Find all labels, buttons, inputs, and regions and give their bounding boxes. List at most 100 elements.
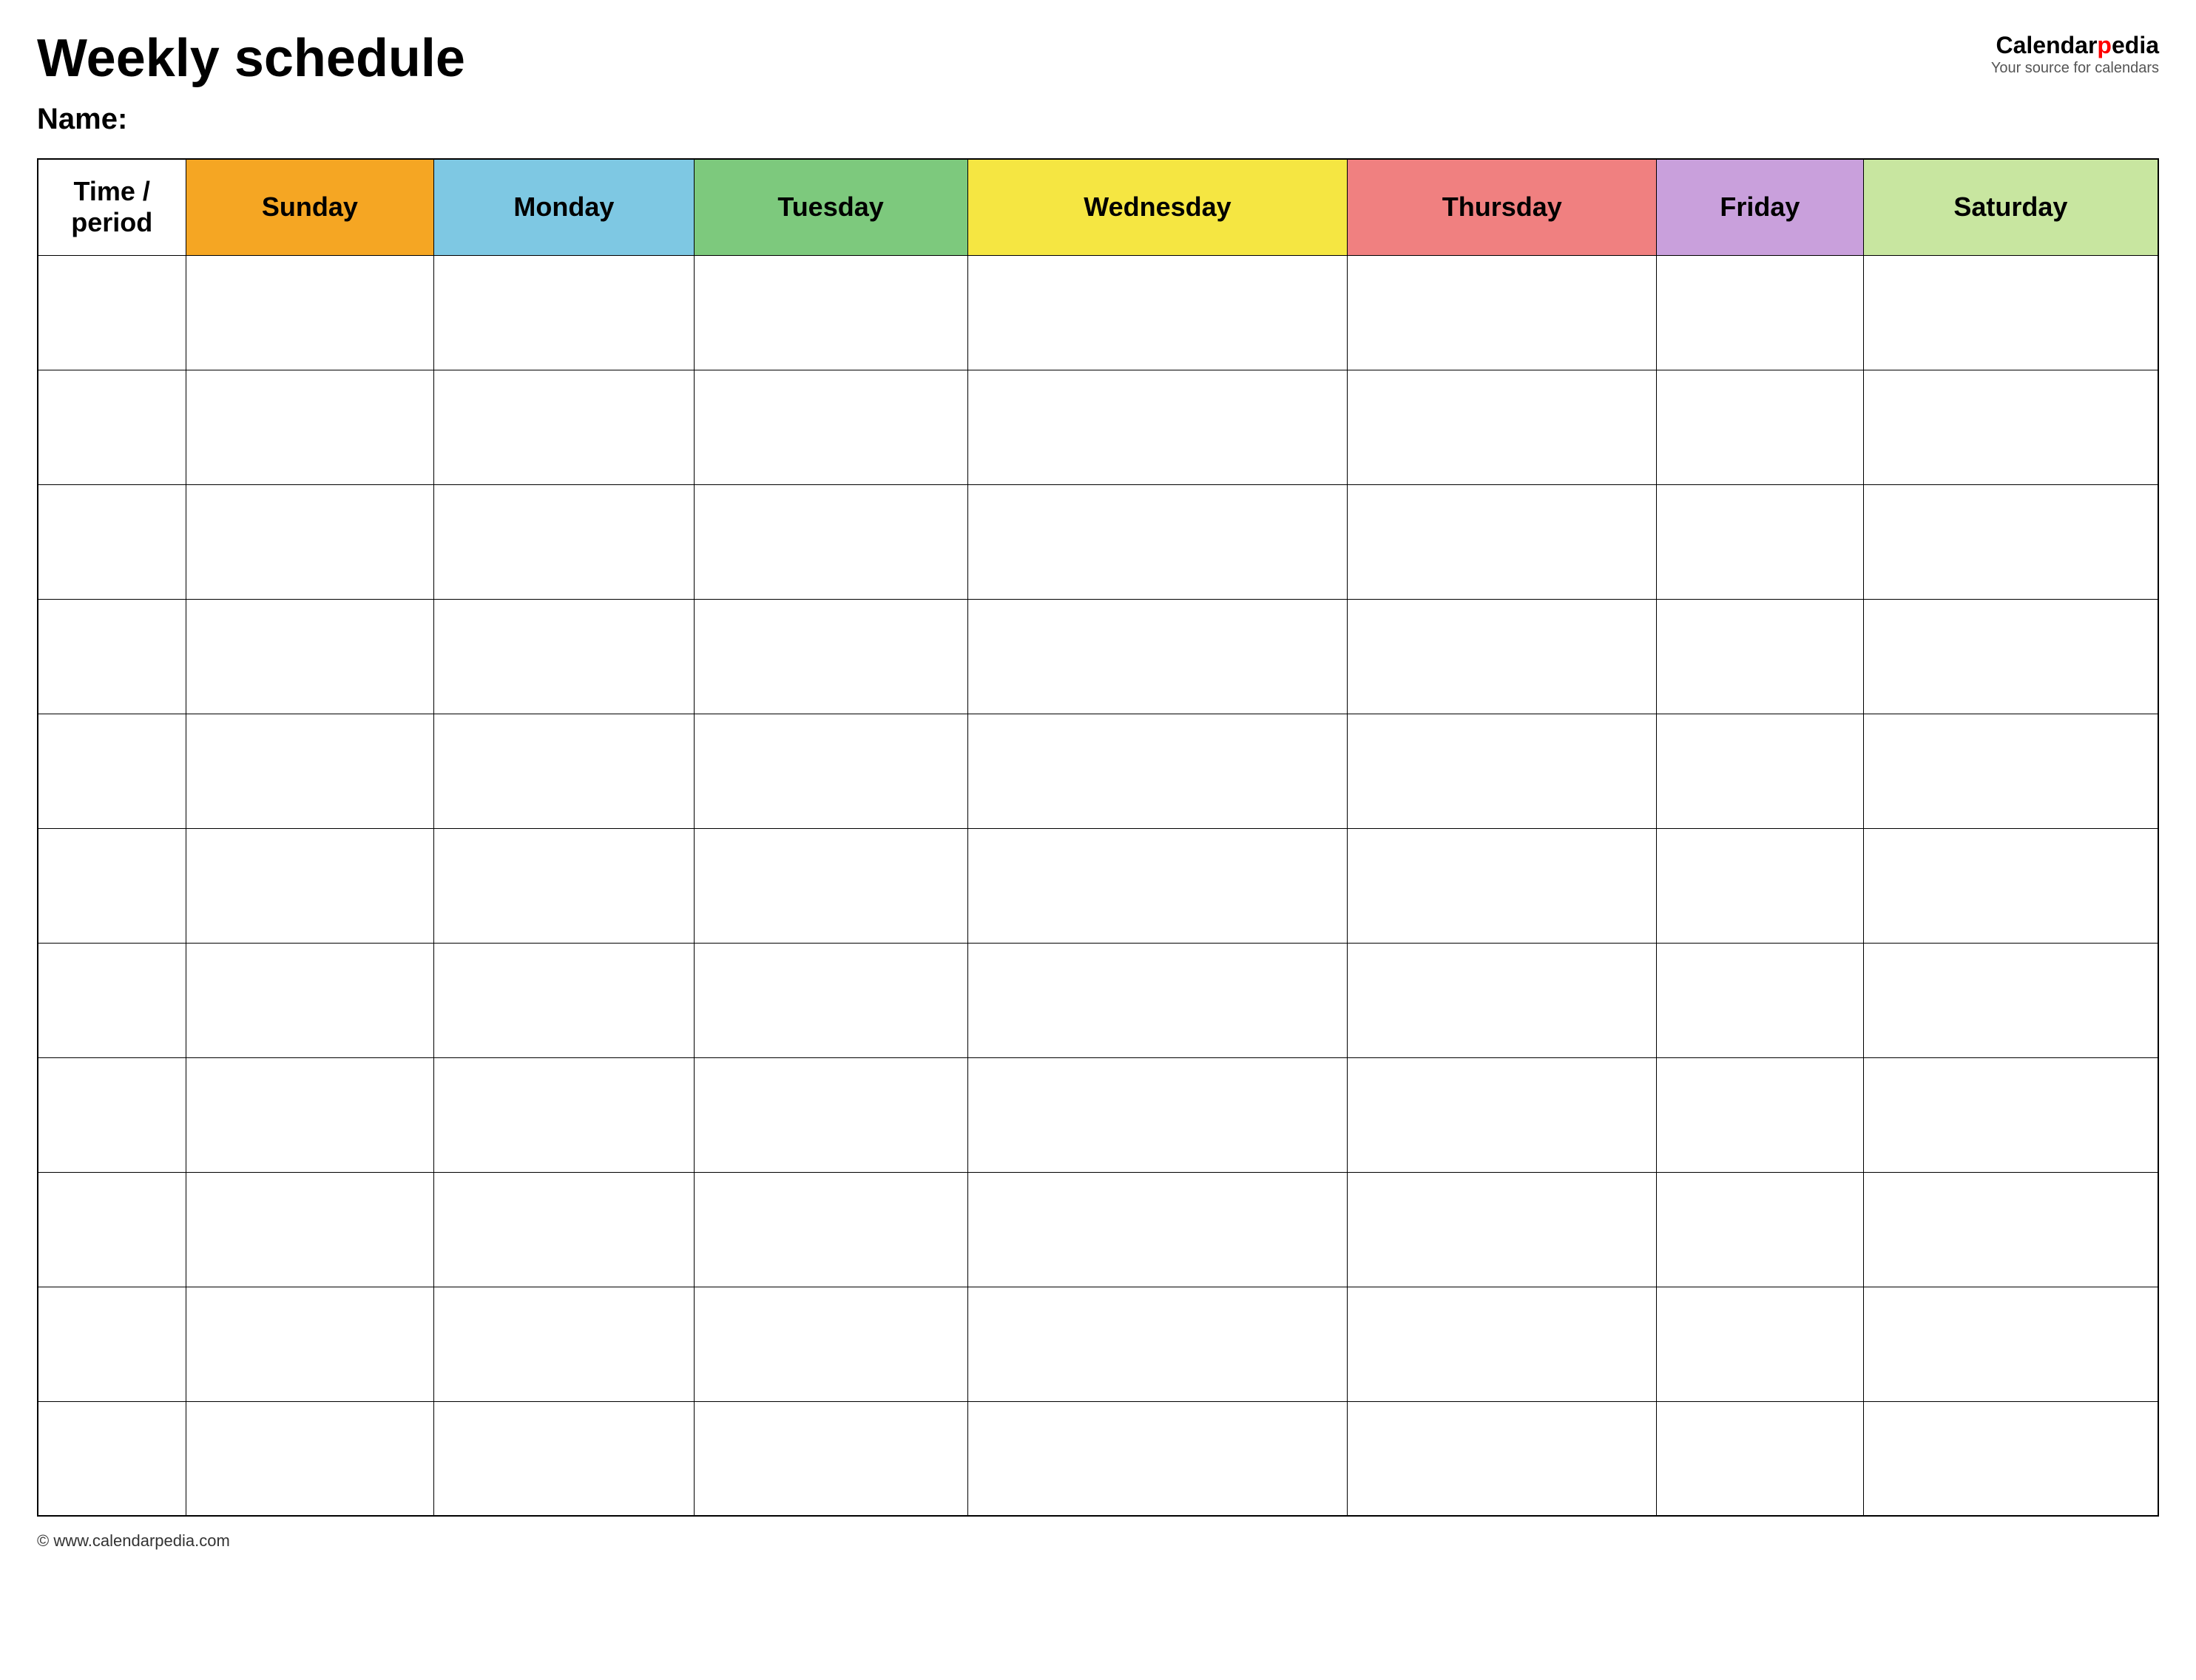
schedule-cell[interactable]: [1348, 484, 1657, 599]
logo-brand: Calendarpedia: [1996, 33, 2159, 57]
schedule-cell[interactable]: [1657, 1057, 1864, 1172]
schedule-cell[interactable]: [1657, 1287, 1864, 1401]
header-friday: Friday: [1657, 159, 1864, 255]
schedule-cell[interactable]: [967, 1172, 1348, 1287]
schedule-cell[interactable]: [1657, 484, 1864, 599]
schedule-cell[interactable]: [1863, 484, 2158, 599]
time-cell[interactable]: [38, 828, 186, 943]
schedule-cell[interactable]: [434, 599, 694, 714]
schedule-cell[interactable]: [186, 1287, 434, 1401]
schedule-cell[interactable]: [186, 1057, 434, 1172]
schedule-cell[interactable]: [967, 1057, 1348, 1172]
header-thursday: Thursday: [1348, 159, 1657, 255]
schedule-cell[interactable]: [1657, 255, 1864, 370]
schedule-cell[interactable]: [1348, 1401, 1657, 1516]
schedule-cell[interactable]: [967, 255, 1348, 370]
schedule-cell[interactable]: [434, 714, 694, 828]
schedule-cell[interactable]: [694, 1172, 967, 1287]
schedule-cell[interactable]: [1657, 1172, 1864, 1287]
schedule-cell[interactable]: [694, 1287, 967, 1401]
schedule-cell[interactable]: [186, 714, 434, 828]
time-cell[interactable]: [38, 484, 186, 599]
schedule-cell[interactable]: [1863, 1287, 2158, 1401]
schedule-cell[interactable]: [694, 943, 967, 1057]
logo-area: Calendarpedia Your source for calendars: [1991, 33, 2159, 77]
schedule-cell[interactable]: [1863, 599, 2158, 714]
schedule-cell[interactable]: [1657, 370, 1864, 484]
schedule-cell[interactable]: [1348, 599, 1657, 714]
schedule-cell[interactable]: [1863, 1172, 2158, 1287]
schedule-cell[interactable]: [186, 599, 434, 714]
schedule-cell[interactable]: [186, 370, 434, 484]
time-cell[interactable]: [38, 943, 186, 1057]
schedule-cell[interactable]: [1863, 370, 2158, 484]
schedule-cell[interactable]: [1863, 943, 2158, 1057]
schedule-cell[interactable]: [1657, 828, 1864, 943]
schedule-cell[interactable]: [967, 370, 1348, 484]
schedule-cell[interactable]: [1657, 714, 1864, 828]
schedule-cell[interactable]: [1863, 1057, 2158, 1172]
schedule-cell[interactable]: [967, 484, 1348, 599]
schedule-cell[interactable]: [1348, 943, 1657, 1057]
schedule-cell[interactable]: [186, 484, 434, 599]
schedule-cell[interactable]: [967, 943, 1348, 1057]
schedule-cell[interactable]: [694, 714, 967, 828]
table-row: [38, 1287, 2158, 1401]
schedule-cell[interactable]: [694, 255, 967, 370]
schedule-cell[interactable]: [1348, 370, 1657, 484]
schedule-cell[interactable]: [434, 484, 694, 599]
schedule-cell[interactable]: [694, 1401, 967, 1516]
schedule-cell[interactable]: [1863, 255, 2158, 370]
schedule-cell[interactable]: [434, 1057, 694, 1172]
schedule-cell[interactable]: [186, 255, 434, 370]
schedule-cell[interactable]: [1348, 1172, 1657, 1287]
schedule-cell[interactable]: [967, 1287, 1348, 1401]
schedule-cell[interactable]: [1348, 1287, 1657, 1401]
header-monday: Monday: [434, 159, 694, 255]
schedule-cell[interactable]: [186, 943, 434, 1057]
table-row: [38, 1172, 2158, 1287]
schedule-cell[interactable]: [694, 828, 967, 943]
schedule-cell[interactable]: [434, 828, 694, 943]
schedule-cell[interactable]: [434, 1401, 694, 1516]
time-cell[interactable]: [38, 1401, 186, 1516]
schedule-cell[interactable]: [1348, 1057, 1657, 1172]
time-cell[interactable]: [38, 714, 186, 828]
schedule-cell[interactable]: [434, 255, 694, 370]
schedule-cell[interactable]: [1657, 599, 1864, 714]
schedule-cell[interactable]: [186, 1401, 434, 1516]
time-cell[interactable]: [38, 1287, 186, 1401]
schedule-cell[interactable]: [967, 828, 1348, 943]
table-row: [38, 943, 2158, 1057]
schedule-cell[interactable]: [967, 714, 1348, 828]
schedule-cell[interactable]: [694, 370, 967, 484]
schedule-cell[interactable]: [1348, 714, 1657, 828]
schedule-cell[interactable]: [186, 828, 434, 943]
time-cell[interactable]: [38, 255, 186, 370]
time-cell[interactable]: [38, 370, 186, 484]
time-cell[interactable]: [38, 1057, 186, 1172]
logo-part2: p: [2097, 32, 2112, 58]
schedule-cell[interactable]: [434, 1287, 694, 1401]
schedule-cell[interactable]: [1657, 1401, 1864, 1516]
schedule-cell[interactable]: [1348, 828, 1657, 943]
page-title: Weekly schedule: [37, 30, 465, 88]
schedule-cell[interactable]: [694, 1057, 967, 1172]
schedule-cell[interactable]: [1863, 714, 2158, 828]
schedule-cell[interactable]: [434, 370, 694, 484]
schedule-cell[interactable]: [1348, 255, 1657, 370]
schedule-cell[interactable]: [1863, 828, 2158, 943]
schedule-cell[interactable]: [967, 599, 1348, 714]
schedule-cell[interactable]: [1657, 943, 1864, 1057]
schedule-cell[interactable]: [434, 943, 694, 1057]
table-row: [38, 828, 2158, 943]
schedule-cell[interactable]: [694, 484, 967, 599]
time-cell[interactable]: [38, 599, 186, 714]
header-row: Time / period Sunday Monday Tuesday Wedn…: [38, 159, 2158, 255]
schedule-cell[interactable]: [186, 1172, 434, 1287]
schedule-cell[interactable]: [1863, 1401, 2158, 1516]
schedule-cell[interactable]: [967, 1401, 1348, 1516]
time-cell[interactable]: [38, 1172, 186, 1287]
schedule-cell[interactable]: [694, 599, 967, 714]
schedule-cell[interactable]: [434, 1172, 694, 1287]
